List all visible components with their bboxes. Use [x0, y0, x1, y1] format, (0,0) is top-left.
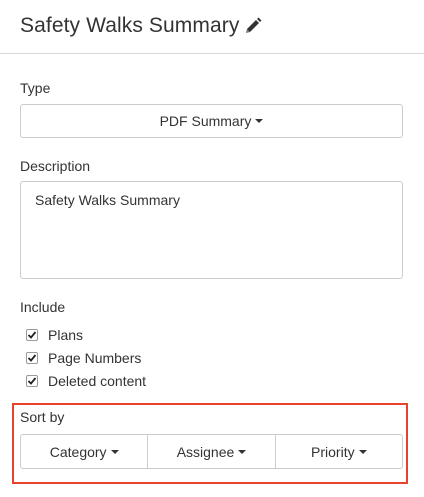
caret-down-icon [255, 119, 264, 123]
sort-category-dropdown[interactable]: Category [20, 434, 149, 469]
checkbox-checked-icon[interactable] [26, 352, 38, 364]
sort-category-label: Category [49, 443, 107, 460]
header: Safety Walks Summary [0, 0, 424, 54]
checkbox-checked-icon[interactable] [26, 375, 38, 387]
include-option-deleted-content[interactable]: Deleted content [26, 373, 146, 389]
include-option-label: Page Numbers [48, 350, 142, 366]
sort-assignee-dropdown[interactable]: Assignee [148, 434, 276, 469]
caret-down-icon [238, 449, 247, 454]
include-option-label: Plans [48, 327, 84, 343]
sort-by-button-group: Category Assignee Priority [20, 434, 403, 469]
type-dropdown-value: PDF Summary [159, 113, 252, 129]
description-textarea[interactable]: Safety Walks Summary [20, 181, 403, 279]
caret-down-icon [358, 449, 367, 454]
include-label: Include [20, 299, 66, 315]
include-option-page-numbers[interactable]: Page Numbers [26, 350, 141, 366]
checkbox-checked-icon[interactable] [26, 329, 38, 341]
type-dropdown[interactable]: PDF Summary [20, 104, 403, 138]
type-label: Type [20, 80, 51, 96]
sort-priority-dropdown[interactable]: Priority [275, 434, 403, 469]
page-title-text: Safety Walks Summary [20, 14, 240, 37]
include-option-label: Deleted content [48, 373, 147, 389]
page-title: Safety Walks Summary [20, 14, 263, 38]
pencil-icon[interactable] [243, 16, 263, 36]
include-option-plans[interactable]: Plans [26, 327, 83, 343]
sort-assignee-label: Assignee [176, 443, 235, 460]
sort-priority-label: Priority [311, 443, 355, 460]
description-label: Description [20, 158, 91, 174]
sort-by-label: Sort by [20, 409, 65, 425]
caret-down-icon [110, 449, 119, 454]
